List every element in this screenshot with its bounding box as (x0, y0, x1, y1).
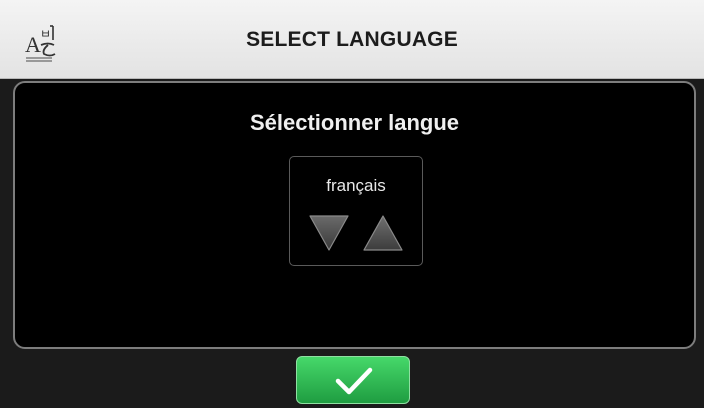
language-selector: français (289, 156, 423, 266)
panel-title: Sélectionner langue (249, 110, 460, 135)
triangle-down-icon[interactable] (306, 212, 352, 254)
checkmark-icon (335, 367, 373, 395)
language-panel: Sélectionner langue français (13, 81, 696, 349)
selected-language: français (326, 176, 386, 195)
confirm-button[interactable] (296, 356, 410, 404)
triangle-up-icon[interactable] (360, 212, 406, 254)
header-bar: A ㅂ SELECT LANGUAGE (0, 0, 704, 79)
page-title: SELECT LANGUAGE (246, 28, 458, 51)
screen: A ㅂ SELECT LANGUAGE Sélectionner langue … (0, 0, 704, 408)
